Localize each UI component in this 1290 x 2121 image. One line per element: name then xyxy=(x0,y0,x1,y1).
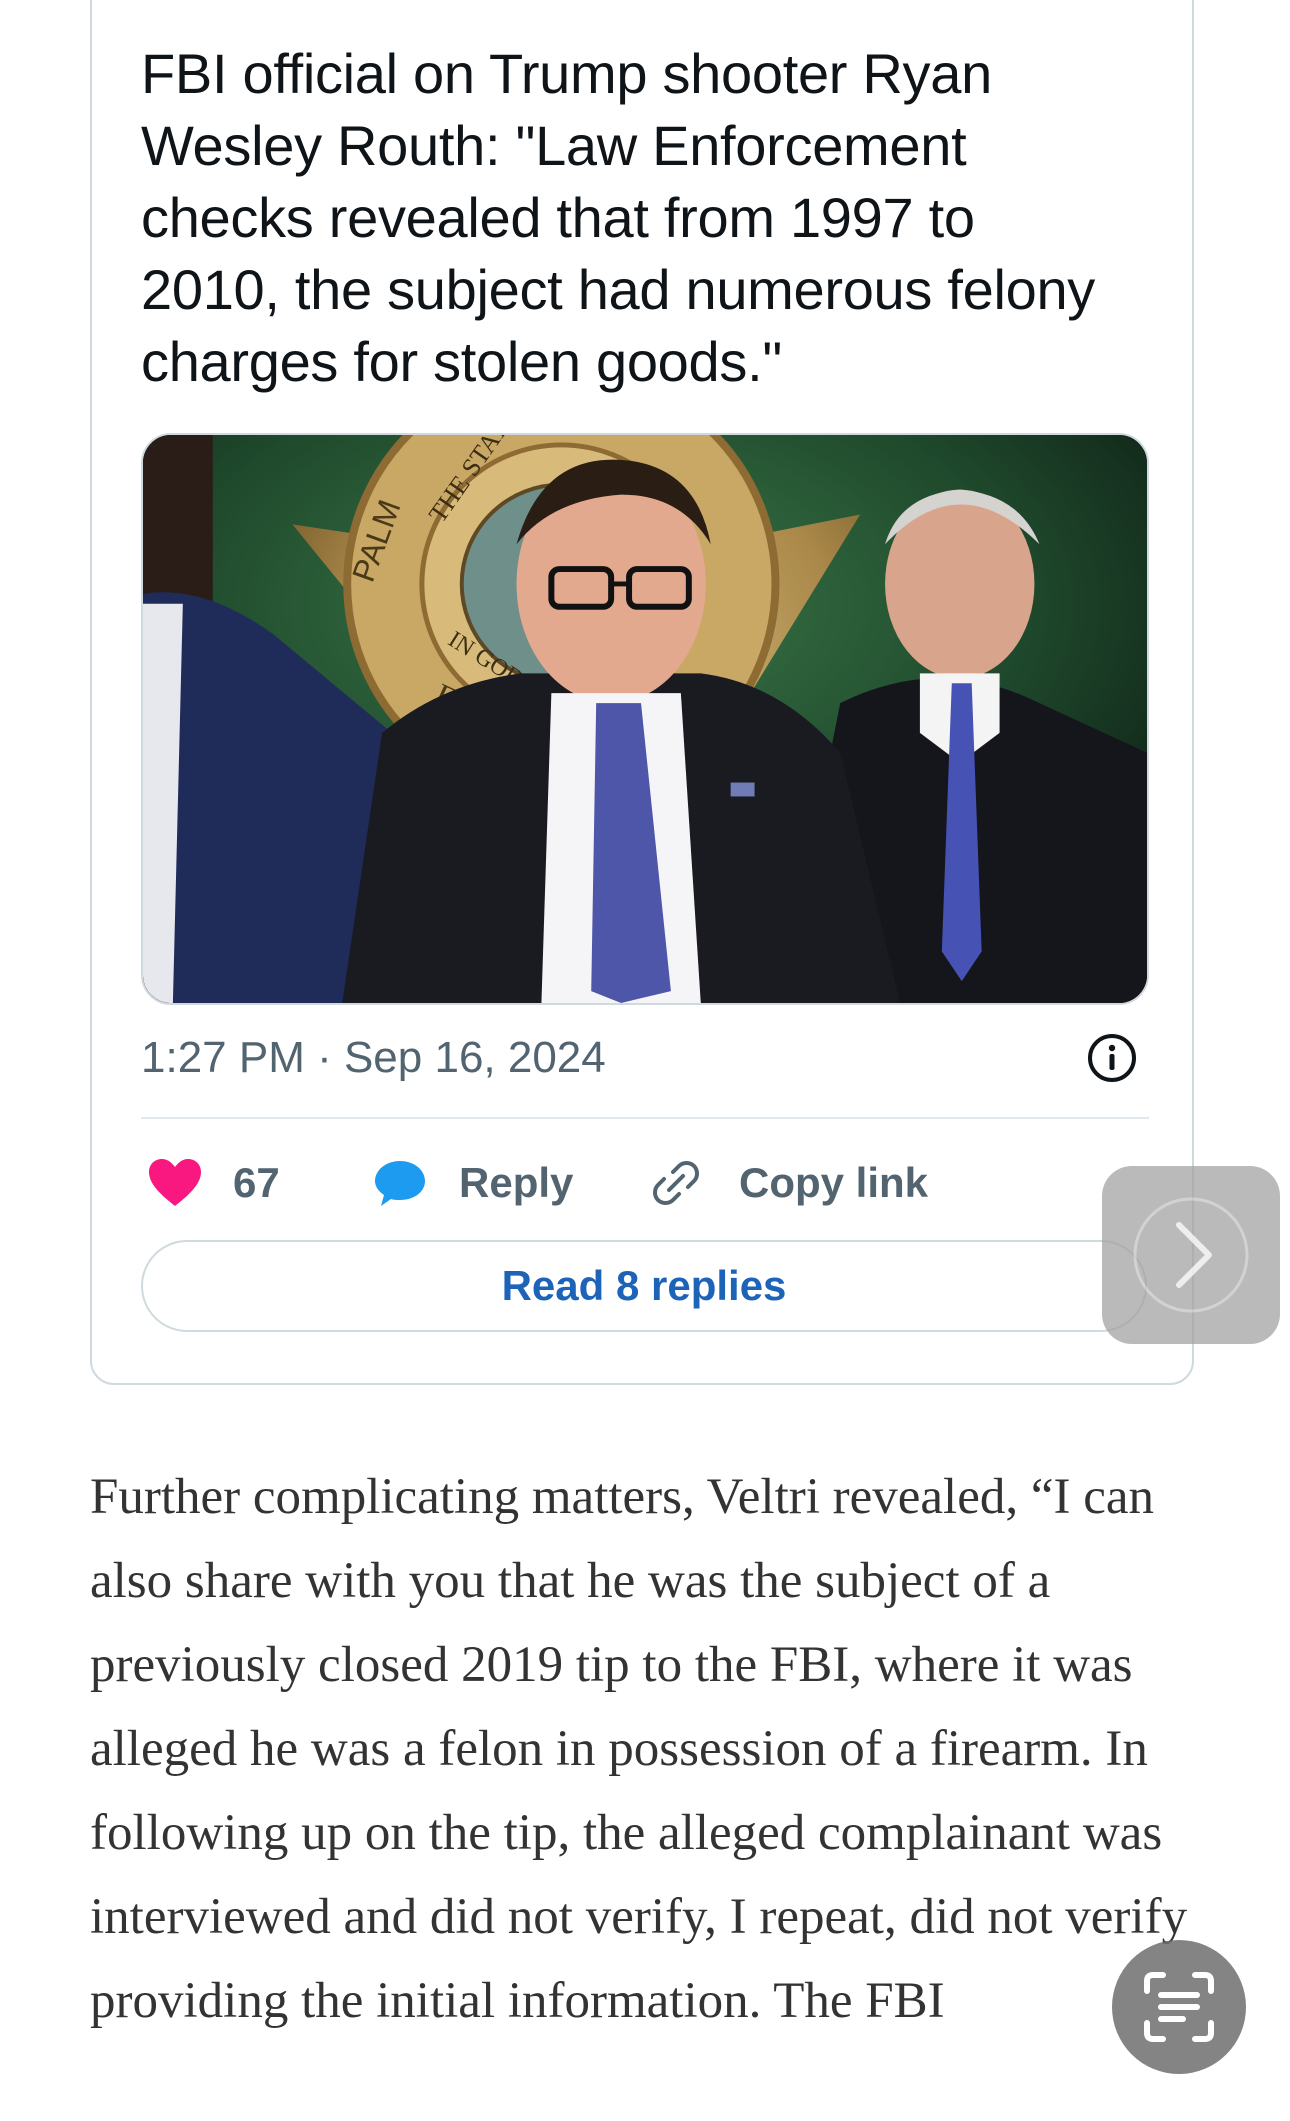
article-paragraph: Further complicating matters, Veltri rev… xyxy=(90,1469,1188,2029)
next-button[interactable] xyxy=(1102,1166,1280,1344)
tweet-text: FBI official on Trump shooter Ryan Wesle… xyxy=(141,42,1095,393)
read-replies-button[interactable]: Read 8 replies xyxy=(141,1240,1147,1332)
chevron-right-icon xyxy=(1133,1197,1249,1313)
tweet-timestamp[interactable]: 1:27 PM · Sep 16, 2024 xyxy=(141,1030,606,1086)
heart-icon xyxy=(149,1159,201,1206)
copy-link-button[interactable]: Copy link xyxy=(651,1148,928,1218)
like-button[interactable]: 67 xyxy=(147,1148,280,1218)
text-scan-icon xyxy=(1144,1972,1214,2042)
tweet-divider xyxy=(141,1117,1149,1119)
tweet-actions: 67 Reply Copy link xyxy=(141,1148,1149,1218)
reply-button[interactable]: Reply xyxy=(373,1148,573,1218)
info-icon[interactable] xyxy=(1086,1032,1138,1084)
speech-bubble-icon xyxy=(375,1161,425,1206)
reply-label: Reply xyxy=(459,1159,574,1206)
text-scan-button[interactable] xyxy=(1112,1940,1246,2074)
link-icon xyxy=(653,1161,699,1205)
press-conference-photo: THE STATE OF FL IN GOD W PALM FLO xyxy=(143,435,1147,1003)
tweet-media-image[interactable]: THE STATE OF FL IN GOD W PALM FLO xyxy=(141,433,1149,1005)
like-count: 67 xyxy=(233,1159,280,1206)
copy-link-label: Copy link xyxy=(739,1159,929,1206)
